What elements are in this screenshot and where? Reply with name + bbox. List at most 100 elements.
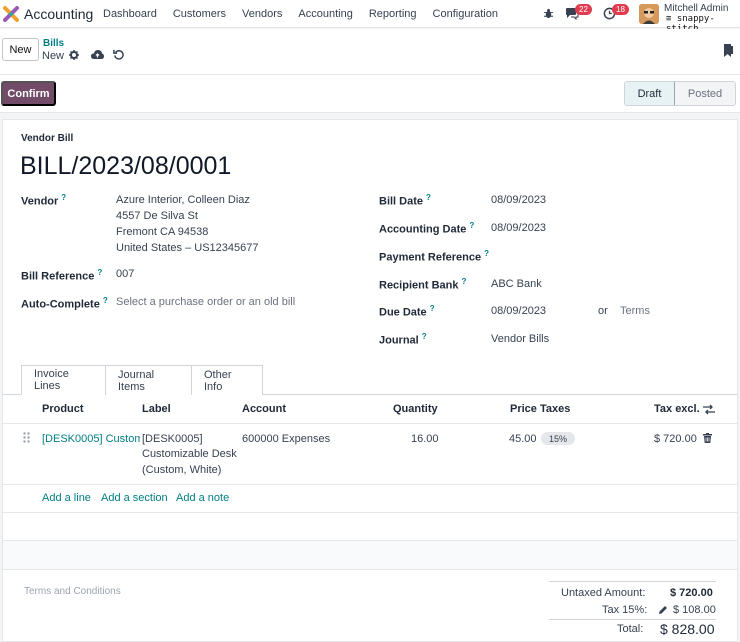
row-divider	[3, 484, 737, 485]
gear-icon[interactable]	[69, 50, 79, 60]
bill-date-input[interactable]: 08/09/2023	[491, 194, 546, 206]
help-icon[interactable]: ?	[422, 332, 427, 341]
menu-dashboard[interactable]: Dashboard	[103, 8, 157, 20]
vendor-address-country: United States – US12345677	[116, 242, 259, 254]
tax-value: $ 108.00	[673, 604, 716, 616]
action-bar: Confirm Draft Posted	[0, 75, 740, 113]
column-account[interactable]: Account	[242, 403, 286, 415]
column-tax-excl[interactable]: Tax excl.	[654, 403, 700, 415]
menu-customers[interactable]: Customers	[173, 8, 226, 20]
menu-reporting[interactable]: Reporting	[369, 8, 417, 20]
app-name[interactable]: Accounting	[24, 6, 93, 22]
menu-configuration[interactable]: Configuration	[433, 8, 498, 20]
breadcrumb-bills[interactable]: Bills	[43, 38, 64, 49]
discard-changes-icon[interactable]	[113, 49, 124, 60]
column-product[interactable]: Product	[42, 403, 84, 415]
totals-divider	[549, 619, 716, 620]
help-icon[interactable]: ?	[484, 249, 489, 258]
column-quantity[interactable]: Quantity	[393, 403, 438, 415]
bill-reference-label: Bill Reference?	[21, 268, 102, 283]
database-icon: ≡	[666, 14, 677, 24]
status-bar: Draft Posted	[624, 81, 736, 106]
journal-input[interactable]: Vendor Bills	[491, 333, 549, 345]
column-label[interactable]: Label	[142, 403, 171, 415]
row-divider	[3, 569, 737, 570]
line-label-2[interactable]: Customizable Desk	[142, 448, 237, 460]
menu-vendors[interactable]: Vendors	[242, 8, 282, 20]
accounting-date-label-text: Accounting Date	[379, 223, 467, 236]
recipient-bank-label: Recipient Bank?	[379, 277, 466, 292]
add-line-link[interactable]: Add a line	[42, 492, 91, 504]
vendor-label: Vendor?	[21, 193, 66, 208]
accounting-date-input[interactable]: 08/09/2023	[491, 222, 546, 234]
line-account[interactable]: 600000 Expenses	[242, 433, 330, 445]
user-avatar-icon	[639, 4, 659, 24]
help-icon[interactable]: ?	[430, 304, 435, 313]
terms-conditions-input[interactable]: Terms and Conditions	[24, 586, 121, 597]
untaxed-amount-value: $ 720.00	[670, 587, 713, 599]
or-text: or	[598, 305, 608, 317]
status-draft[interactable]: Draft	[625, 82, 675, 105]
add-note-link[interactable]: Add a note	[176, 492, 229, 504]
bill-reference-label-text: Bill Reference	[21, 270, 95, 283]
tab-other-info[interactable]: Other Info	[191, 365, 263, 395]
cloud-upload-icon[interactable]	[91, 49, 104, 60]
confirm-button[interactable]: Confirm	[1, 81, 56, 106]
line-subtotal: $ 720.00	[654, 433, 697, 445]
accounting-app-icon[interactable]	[3, 6, 19, 22]
trash-icon[interactable]	[703, 433, 712, 443]
bill-date-label: Bill Date?	[379, 193, 431, 208]
bookmark-icon[interactable]	[724, 44, 733, 57]
recipient-bank-label-text: Recipient Bank	[379, 279, 459, 292]
payment-reference-label-text: Payment Reference	[379, 251, 482, 264]
recipient-bank-input[interactable]: ABC Bank	[491, 278, 542, 290]
auto-complete-input[interactable]: Select a purchase order or an old bill	[116, 296, 295, 308]
drag-handle-icon[interactable]	[23, 432, 30, 443]
due-date-label: Due Date?	[379, 304, 435, 319]
help-icon[interactable]: ?	[469, 221, 474, 230]
line-quantity[interactable]: 16.00	[411, 433, 439, 445]
vendor-label-text: Vendor	[21, 195, 59, 208]
line-label-1[interactable]: [DESK0005]	[142, 433, 203, 445]
totals-divider	[549, 581, 716, 582]
pencil-icon[interactable]	[658, 605, 668, 615]
line-price[interactable]: 45.00	[509, 433, 537, 445]
new-button[interactable]: New	[2, 38, 39, 61]
due-date-input[interactable]: 08/09/2023	[491, 305, 546, 317]
due-date-label-text: Due Date	[379, 306, 427, 319]
payment-terms-input[interactable]: Terms	[620, 305, 650, 317]
total-value: $ 828.00	[660, 621, 715, 637]
add-section-link[interactable]: Add a section	[101, 492, 168, 504]
control-panel: New Bills New	[0, 29, 740, 75]
bill-reference-input[interactable]: 007	[116, 268, 134, 280]
status-posted[interactable]: Posted	[675, 82, 735, 105]
column-price[interactable]: Price	[510, 403, 537, 415]
untaxed-amount-label: Untaxed Amount:	[561, 587, 646, 599]
help-icon[interactable]: ?	[103, 296, 108, 305]
user-name[interactable]: Mitchell Admin	[664, 3, 728, 14]
help-icon[interactable]: ?	[426, 193, 431, 202]
line-product[interactable]: [DESK0005] Customi:	[42, 433, 140, 445]
top-navbar: Accounting Dashboard Customers Vendors A…	[0, 0, 740, 34]
accounting-date-label: Accounting Date?	[379, 221, 474, 236]
help-icon[interactable]: ?	[461, 277, 466, 286]
tab-journal-items[interactable]: Journal Items	[105, 365, 192, 395]
journal-label-text: Journal	[379, 334, 419, 347]
optional-columns-icon[interactable]	[703, 404, 715, 415]
help-icon[interactable]: ?	[61, 193, 66, 202]
menu-accounting[interactable]: Accounting	[298, 8, 352, 20]
column-taxes[interactable]: Taxes	[540, 403, 570, 415]
tab-invoice-lines[interactable]: Invoice Lines	[21, 365, 106, 395]
bug-icon[interactable]	[543, 8, 554, 19]
line-label-3[interactable]: (Custom, White)	[142, 464, 221, 476]
activities-count-badge: 18	[612, 4, 629, 15]
line-tax-badge[interactable]: 15%	[541, 432, 575, 445]
journal-label: Journal?	[379, 332, 427, 347]
avatar[interactable]	[639, 4, 659, 24]
vendor-name[interactable]: Azure Interior, Colleen Diaz	[116, 194, 250, 206]
empty-row	[3, 541, 737, 569]
help-icon[interactable]: ?	[97, 268, 102, 277]
row-divider	[3, 512, 737, 513]
vendor-address-city: Fremont CA 94538	[116, 226, 209, 238]
document-type-label: Vendor Bill	[21, 133, 74, 144]
